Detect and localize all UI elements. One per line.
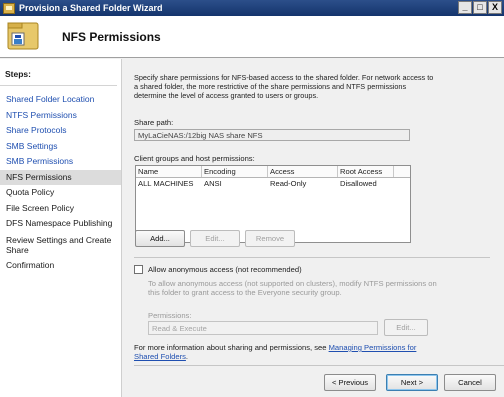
cell-access: Read-Only [270, 179, 307, 188]
column-header-access[interactable]: Access [268, 166, 338, 177]
previous-button[interactable]: < Previous [324, 374, 376, 391]
main-panel: Specify share permissions for NFS-based … [124, 59, 504, 397]
add-button[interactable]: Add... [135, 230, 185, 247]
more-info-text: For more information about sharing and p… [134, 343, 434, 361]
sidebar-item-quota-policy: Quota Policy [6, 187, 55, 197]
column-header-root-access[interactable]: Root Access [338, 166, 394, 177]
cell-encoding: ANSI [204, 179, 222, 188]
sidebar-item-shared-folder-location[interactable]: Shared Folder Location [0, 92, 121, 108]
minimize-button[interactable]: _ [458, 1, 472, 14]
remove-button[interactable]: Remove [245, 230, 295, 247]
title-bar: Provision a Shared Folder Wizard _ □ X [0, 0, 504, 16]
window-title: Provision a Shared Folder Wizard [19, 3, 163, 13]
sidebar-item-file-screen-policy: File Screen Policy [6, 202, 75, 213]
share-path-field[interactable]: MyLaCieNAS:/12big NAS share NFS [134, 129, 410, 141]
description-text: Specify share permissions for NFS-based … [134, 73, 434, 100]
window-controls: _ □ X [458, 1, 502, 14]
footer-divider [134, 365, 504, 366]
sidebar-item-smb-permissions[interactable]: SMB Permissions [0, 154, 121, 170]
cancel-button[interactable]: Cancel [444, 374, 496, 391]
cell-name: ALL MACHINES [138, 179, 194, 188]
more-info-prefix: For more information about sharing and p… [134, 343, 329, 352]
column-header-name[interactable]: Name [136, 166, 202, 177]
permissions-edit-button[interactable]: Edit... [384, 319, 428, 336]
sidebar-item-confirmation: Confirmation [6, 259, 55, 270]
next-button[interactable]: Next > [386, 374, 438, 391]
wizard-header: NFS Permissions [0, 16, 504, 58]
table-header: Name Encoding Access Root Access [136, 166, 410, 178]
steps-heading: Steps: [0, 59, 117, 86]
table-row[interactable]: ALL MACHINES ANSI Read-Only Disallowed [136, 178, 410, 189]
client-groups-label: Client groups and host permissions: [134, 154, 255, 163]
column-header-encoding[interactable]: Encoding [202, 166, 268, 177]
shared-folder-icon [7, 22, 39, 50]
more-info-suffix: . [185, 352, 189, 361]
share-path-label: Share path: [134, 118, 174, 127]
edit-button[interactable]: Edit... [190, 230, 240, 247]
sidebar-item-review-settings: Review Settings and Create Share [6, 234, 112, 255]
sidebar-item-ntfs-permissions[interactable]: NTFS Permissions [0, 108, 121, 124]
sidebar-item-share-protocols[interactable]: Share Protocols [0, 123, 121, 139]
sidebar-item-smb-settings[interactable]: SMB Settings [0, 139, 121, 155]
permissions-label: Permissions: [148, 311, 192, 320]
allow-anonymous-label[interactable]: Allow anonymous access (not recommended) [148, 265, 302, 274]
sidebar-item-nfs-permissions: NFS Permissions [0, 169, 121, 185]
page-title: NFS Permissions [62, 30, 161, 44]
wizard-app-icon [3, 2, 15, 14]
cell-root-access: Disallowed [340, 179, 377, 188]
allow-anonymous-checkbox[interactable] [134, 265, 143, 274]
close-button[interactable]: X [488, 1, 502, 14]
anonymous-help-text: To allow anonymous access (not supported… [148, 279, 437, 297]
maximize-button[interactable]: □ [473, 1, 487, 14]
permissions-field: Read & Execute [148, 321, 378, 335]
section-divider [134, 257, 490, 258]
steps-sidebar: Steps: Shared Folder Location NTFS Permi… [0, 59, 122, 397]
sidebar-item-dfs-namespace-publishing: DFS Namespace Publishing [6, 218, 113, 228]
